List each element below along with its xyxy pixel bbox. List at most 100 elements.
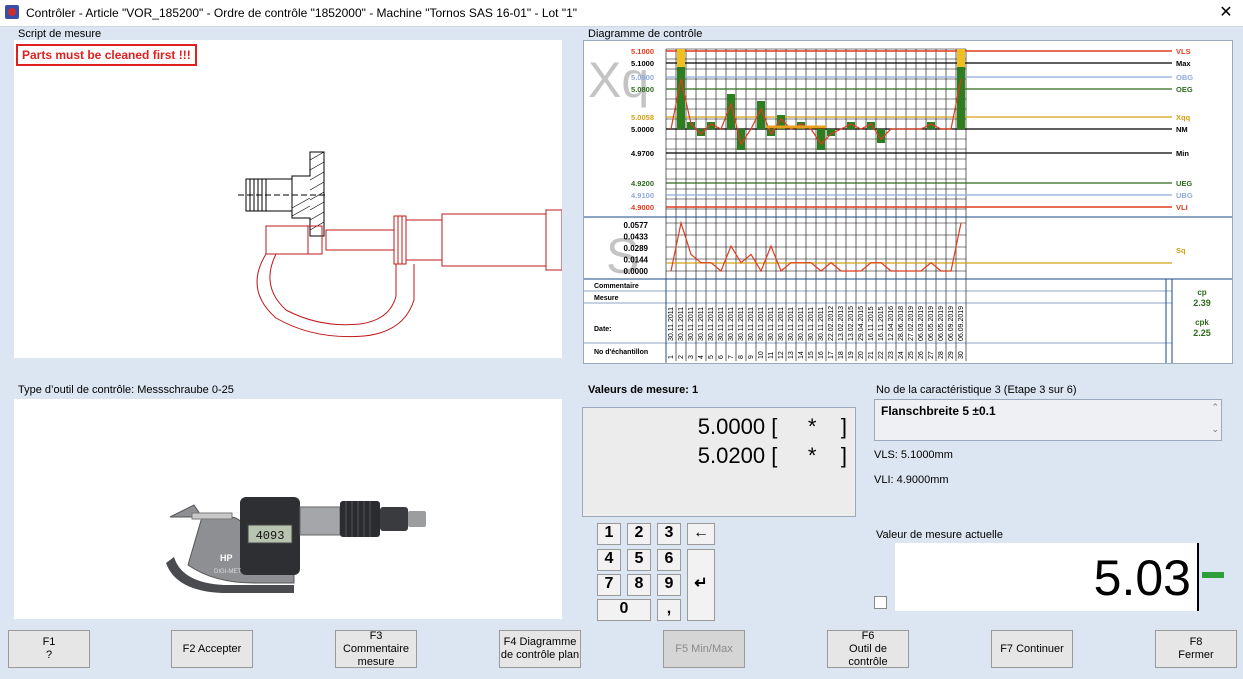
sample-number: 12 — [778, 351, 785, 359]
script-label: Script de mesure — [18, 28, 102, 40]
date-label: 30.11.2011 — [668, 307, 675, 341]
measure-value-2: 5.0200 [ * ] — [697, 443, 847, 468]
tool-label: Type d’outil de contrôle: Messschraube 0… — [18, 384, 234, 396]
date-label: 30.11.2011 — [788, 307, 795, 341]
sample-number: 22 — [878, 351, 885, 359]
key-4[interactable]: 4 — [597, 549, 621, 571]
sample-number: 8 — [738, 355, 745, 359]
key-0[interactable]: 0 — [597, 599, 651, 621]
f1-help-button[interactable]: F1? — [8, 630, 90, 668]
reference-value: 5.1000 — [631, 47, 654, 56]
window-title: Contrôler - Article "VOR_185200" - Ordre… — [26, 6, 578, 20]
f7-continue-button[interactable]: F7 Continuer — [991, 630, 1073, 668]
date-label: 06.05.2019 — [938, 306, 945, 341]
key-6[interactable]: 6 — [657, 549, 681, 571]
date-label: 30.11.2011 — [738, 307, 745, 341]
date-label: 29.04.2015 — [858, 306, 865, 341]
date-label: 13.02.2015 — [848, 306, 855, 341]
key-1[interactable]: 1 — [597, 523, 621, 545]
reference-value: 4.9200 — [631, 179, 654, 188]
reference-value: 5.0900 — [631, 73, 654, 82]
close-button[interactable]: ✕ — [1209, 0, 1243, 26]
diagram-label: Diagramme de contrôle — [588, 28, 703, 40]
f2-accept-button[interactable]: F2 Accepter — [171, 630, 253, 668]
date-label: 16.11.2015 — [878, 306, 885, 341]
date-label: 30.11.2011 — [678, 307, 685, 341]
f3-comment-button[interactable]: F3 Commentaire mesure — [335, 630, 417, 668]
reference-label: Xqq — [1176, 113, 1191, 122]
f5-minmax-button[interactable]: F5 Min/Max — [663, 630, 745, 668]
date-label: 30.11.2011 — [768, 307, 775, 341]
sample-number: 6 — [718, 355, 725, 359]
sample-number: 7 — [728, 355, 735, 359]
sample-number: 1 — [668, 355, 675, 359]
key-2[interactable]: 2 — [627, 523, 651, 545]
sample-number: 20 — [858, 351, 865, 359]
key-enter[interactable]: ↵ — [687, 549, 715, 621]
sample-number: 4 — [698, 355, 705, 359]
key-7[interactable]: 7 — [597, 574, 621, 596]
text-cursor — [1197, 543, 1199, 611]
reference-label: Max — [1176, 59, 1191, 68]
key-comma[interactable]: , — [657, 599, 681, 621]
reference-label: UBG — [1176, 191, 1193, 200]
sample-number: 23 — [888, 351, 895, 359]
control-chart-svg: XqS5.1000 VLS5.1000 Max5.0900 OBG5.0800 OEG5… — [584, 47, 1232, 363]
date-label: 30.11.2011 — [758, 307, 765, 341]
row-label-date: Date: — [594, 326, 612, 333]
reference-label: Min — [1176, 149, 1189, 158]
current-value-field[interactable]: 5.03 — [895, 543, 1197, 611]
micrometer-image: 4093 HP DIGI-MET — [166, 497, 426, 593]
sample-number: 17 — [828, 351, 835, 359]
reference-label: OEG — [1176, 85, 1193, 94]
date-label: 27.02.2019 — [908, 306, 915, 341]
characteristic-label: No de la caractéristique 3 (Etape 3 sur … — [876, 384, 1077, 396]
date-label: 06.05.2019 — [928, 306, 935, 341]
date-label: 06.09.2019 — [958, 306, 965, 341]
out-of-limit-bar — [677, 49, 685, 67]
micrometer-drawing — [238, 151, 562, 338]
key-8[interactable]: 8 — [627, 574, 651, 596]
sample-number: 25 — [908, 351, 915, 359]
sample-number: 9 — [748, 355, 755, 359]
tool-panel: 4093 HP DIGI-MET — [14, 399, 562, 619]
cpk-label: cpk — [1195, 318, 1209, 327]
scroll-down-icon[interactable]: ⌄ — [1211, 424, 1219, 435]
out-of-limit-bar — [957, 49, 965, 67]
sq-label: Sq — [1176, 246, 1186, 255]
vls-text: VLS: 5.1000mm — [874, 449, 953, 461]
reference-value: 5.0800 — [631, 85, 654, 94]
model-label: DIGI-MET — [214, 569, 241, 575]
key-3[interactable]: 3 — [657, 523, 681, 545]
sample-number: 16 — [818, 351, 825, 359]
key-9[interactable]: 9 — [657, 574, 681, 596]
row-label-commentaire: Commentaire — [594, 283, 639, 290]
sample-number: 18 — [838, 351, 845, 359]
s-axis-value: 0.0433 — [624, 233, 649, 242]
reference-value: 4.9700 — [631, 149, 654, 158]
date-label: 28.06.2018 — [898, 306, 905, 341]
control-chart: Xq S 5.1000 VLS 5.1000 Max 5.0900 OBG 5.0800 OEG 5… — [583, 40, 1233, 364]
reference-value: 5.0000 — [631, 125, 654, 134]
date-label: 30.11.2011 — [818, 307, 825, 341]
script-panel: Parts must be cleaned first !!! — [14, 40, 562, 358]
key-backspace[interactable]: ← — [687, 523, 715, 545]
f6-tool-button[interactable]: F6 Outil de contrôle — [827, 630, 909, 668]
measure-value-1: 5.0000 [ * ] — [697, 414, 847, 439]
f4-diagram-button[interactable]: F4 Diagramme de contrôle plan — [499, 630, 581, 668]
sample-number: 30 — [958, 351, 965, 359]
date-label: 30.11.2011 — [698, 307, 705, 341]
scroll-up-icon[interactable]: ⌃ — [1211, 402, 1219, 413]
characteristic-name: Flanschbreite 5 ±0.1 — [881, 404, 996, 418]
close-icon: ✕ — [1219, 4, 1233, 21]
date-label: 13.02.2013 — [838, 306, 845, 341]
key-5[interactable]: 5 — [627, 549, 651, 571]
reference-label: VLI — [1176, 203, 1188, 212]
sample-number: 2 — [678, 355, 685, 359]
current-checkbox[interactable] — [874, 596, 887, 609]
f8-close-button[interactable]: F8 Fermer — [1155, 630, 1237, 668]
date-label: 22.02.2012 — [828, 306, 835, 341]
sample-number: 24 — [898, 351, 905, 359]
date-label: 30.11.2011 — [748, 307, 755, 341]
s-axis-value: 0.0289 — [624, 244, 649, 253]
